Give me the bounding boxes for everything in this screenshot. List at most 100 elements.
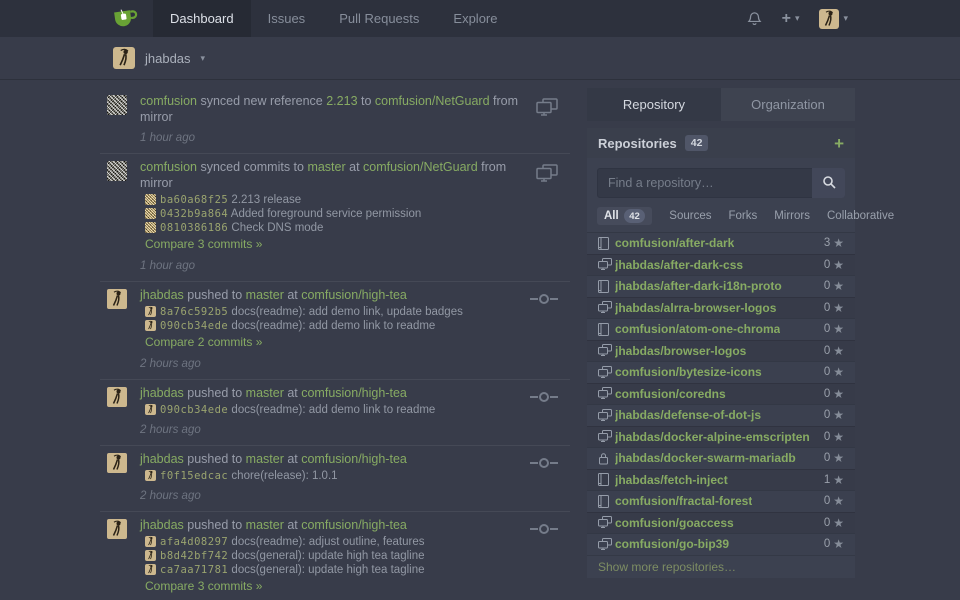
repo-name-link[interactable]: comfusion/fractal-forest xyxy=(615,494,752,508)
repo-list-item[interactable]: jhabdas/fetch-inject1★ xyxy=(587,469,855,491)
feed-ref-link[interactable]: 2.213 xyxy=(326,94,357,108)
feed-actor-link[interactable]: comfusion xyxy=(140,94,197,108)
repo-list-item[interactable]: comfusion/fractal-forest0★ xyxy=(587,490,855,512)
repo-name-link[interactable]: comfusion/bytesize-icons xyxy=(615,365,762,379)
repo-name-link[interactable]: jhabdas/docker-swarm-mariadb xyxy=(615,451,796,465)
repo-list-item[interactable]: comfusion/atom-one-chroma0★ xyxy=(587,318,855,340)
compare-commits-link[interactable]: Compare 3 commits » xyxy=(145,237,262,251)
feed-item: jhabdas pushed to master at comfusion/hi… xyxy=(100,282,570,380)
feed-actor-link[interactable]: jhabdas xyxy=(140,518,184,532)
commit-message: Added foreground service permission xyxy=(231,208,422,220)
repo-name-link[interactable]: jhabdas/browser-logos xyxy=(615,344,746,358)
nav-item-dashboard[interactable]: Dashboard xyxy=(153,0,251,37)
repo-list-item[interactable]: comfusion/after-dark3★ xyxy=(587,232,855,254)
repo-list-item[interactable]: comfusion/goaccess0★ xyxy=(587,512,855,534)
search-button[interactable] xyxy=(812,168,845,198)
repo-list-item[interactable]: comfusion/coredns0★ xyxy=(587,383,855,405)
filter-sources[interactable]: Sources xyxy=(669,210,711,222)
commit-sha-link[interactable]: 0810386186 xyxy=(160,222,228,234)
actor-avatar xyxy=(107,95,127,115)
repo-name-link[interactable]: comfusion/after-dark xyxy=(615,236,734,250)
repo-list-item[interactable]: jhabdas/alrra-browser-logos0★ xyxy=(587,297,855,319)
commit-sha-link[interactable]: ca7aa71781 xyxy=(160,564,228,576)
add-repository-button[interactable]: + xyxy=(834,135,844,152)
feed-actor-link[interactable]: jhabdas xyxy=(140,288,184,302)
repo-name-link[interactable]: comfusion/goaccess xyxy=(615,516,734,530)
commit-sha-link[interactable]: 8a76c592b5 xyxy=(160,306,228,318)
compare-commits-link[interactable]: Compare 3 commits » xyxy=(145,579,262,593)
feed-ref-link[interactable]: master xyxy=(307,160,345,174)
commit-message: docs(readme): add demo link to readme xyxy=(231,320,435,332)
commit-author-avatar xyxy=(145,404,156,415)
feed-repo-link[interactable]: comfusion/high-tea xyxy=(301,452,407,466)
feed-ref-link[interactable]: master xyxy=(246,452,284,466)
repo-name-link[interactable]: jhabdas/fetch-inject xyxy=(615,473,728,487)
feed-ref-link[interactable]: master xyxy=(246,386,284,400)
nav-item-issues[interactable]: Issues xyxy=(251,0,323,37)
repo-search-input[interactable] xyxy=(597,168,845,198)
commit-sha-link[interactable]: afa4d08297 xyxy=(160,536,228,548)
feed-ref-link[interactable]: master xyxy=(246,288,284,302)
gitea-logo-icon[interactable] xyxy=(108,0,153,37)
tab-organization[interactable]: Organization xyxy=(721,88,855,121)
feed-repo-link[interactable]: comfusion/high-tea xyxy=(301,288,407,302)
feed-actor-link[interactable]: comfusion xyxy=(140,160,197,174)
commit-sha-link[interactable]: b8d42bf742 xyxy=(160,550,228,562)
context-user-name[interactable]: jhabdas xyxy=(145,51,191,66)
mirror-icon xyxy=(598,344,615,357)
commit-sha-link[interactable]: 090cb34ede xyxy=(160,404,228,416)
repo-name-link[interactable]: jhabdas/alrra-browser-logos xyxy=(615,301,776,315)
repo-list-item[interactable]: comfusion/go-bip390★ xyxy=(587,533,855,555)
filter-all[interactable]: All42 xyxy=(597,207,652,225)
commit-sha-link[interactable]: 0432b9a864 xyxy=(160,208,228,220)
user-menu-dropdown[interactable]: ▾ xyxy=(819,9,848,29)
nav-item-pull-requests[interactable]: Pull Requests xyxy=(322,0,436,37)
show-more-repositories-link[interactable]: Show more repositories… xyxy=(587,555,855,578)
commit-sha-link[interactable]: f0f15edcac xyxy=(160,470,228,482)
commit-author-avatar xyxy=(145,470,156,481)
feed-item: jhabdas pushed to master at comfusion/hi… xyxy=(100,446,570,512)
feed-repo-link[interactable]: comfusion/high-tea xyxy=(301,518,407,532)
feed-repo-link[interactable]: comfusion/high-tea xyxy=(301,386,407,400)
repo-list-item[interactable]: jhabdas/after-dark-css 0★ xyxy=(587,254,855,276)
repo-list-item[interactable]: jhabdas/browser-logos0★ xyxy=(587,340,855,362)
repo-list-item[interactable]: jhabdas/defense-of-dot-js0★ xyxy=(587,404,855,426)
filter-count-badge: 42 xyxy=(624,209,646,223)
mirror-icon xyxy=(598,516,615,529)
repo-list-item[interactable]: jhabdas/after-dark-i18n-proto0★ xyxy=(587,275,855,297)
repo-name-link[interactable]: comfusion/atom-one-chroma xyxy=(615,322,780,336)
repo-name-link[interactable]: jhabdas/defense-of-dot-js xyxy=(615,408,761,422)
chevron-down-icon: ▾ xyxy=(795,13,800,24)
feed-actor-link[interactable]: jhabdas xyxy=(140,386,184,400)
repo-icon xyxy=(598,473,615,486)
commit-sha-link[interactable]: 090cb34ede xyxy=(160,320,228,332)
filter-mirrors[interactable]: Mirrors xyxy=(774,210,810,222)
repo-list-item[interactable]: jhabdas/docker-alpine-emscripten0★ xyxy=(587,426,855,448)
feed-item-header: jhabdas pushed to master at comfusion/hi… xyxy=(140,385,524,401)
repo-name-link[interactable]: jhabdas/after-dark-css xyxy=(615,258,743,272)
commit-sha-link[interactable]: ba60a68f25 xyxy=(160,194,228,206)
compare-commits-link[interactable]: Compare 2 commits » xyxy=(145,335,262,349)
repo-name-link[interactable]: jhabdas/after-dark-i18n-proto xyxy=(615,279,782,293)
feed-repo-link[interactable]: comfusion/NetGuard xyxy=(363,160,478,174)
create-new-dropdown[interactable]: + ▾ xyxy=(782,11,800,27)
feed-item-header: jhabdas pushed to master at comfusion/hi… xyxy=(140,451,524,467)
feed-item: jhabdas pushed to master at comfusion/hi… xyxy=(100,380,570,446)
feed-repo-link[interactable]: comfusion/NetGuard xyxy=(375,94,490,108)
repo-star-count: 0★ xyxy=(824,258,844,272)
tab-repository[interactable]: Repository xyxy=(587,88,721,121)
repo-list-item[interactable]: comfusion/bytesize-icons0★ xyxy=(587,361,855,383)
notifications-bell-icon[interactable] xyxy=(747,11,762,27)
filter-forks[interactable]: Forks xyxy=(728,210,757,222)
star-icon: ★ xyxy=(833,365,844,379)
star-icon: ★ xyxy=(833,430,844,444)
filter-collaborative[interactable]: Collaborative xyxy=(827,210,894,222)
chevron-down-icon[interactable]: ▾ xyxy=(201,53,206,64)
repo-name-link[interactable]: comfusion/go-bip39 xyxy=(615,537,729,551)
feed-actor-link[interactable]: jhabdas xyxy=(140,452,184,466)
repo-name-link[interactable]: comfusion/coredns xyxy=(615,387,726,401)
repo-name-link[interactable]: jhabdas/docker-alpine-emscripten xyxy=(615,430,810,444)
repo-list-item[interactable]: jhabdas/docker-swarm-mariadb0★ xyxy=(587,447,855,469)
feed-ref-link[interactable]: master xyxy=(246,518,284,532)
nav-item-explore[interactable]: Explore xyxy=(436,0,514,37)
